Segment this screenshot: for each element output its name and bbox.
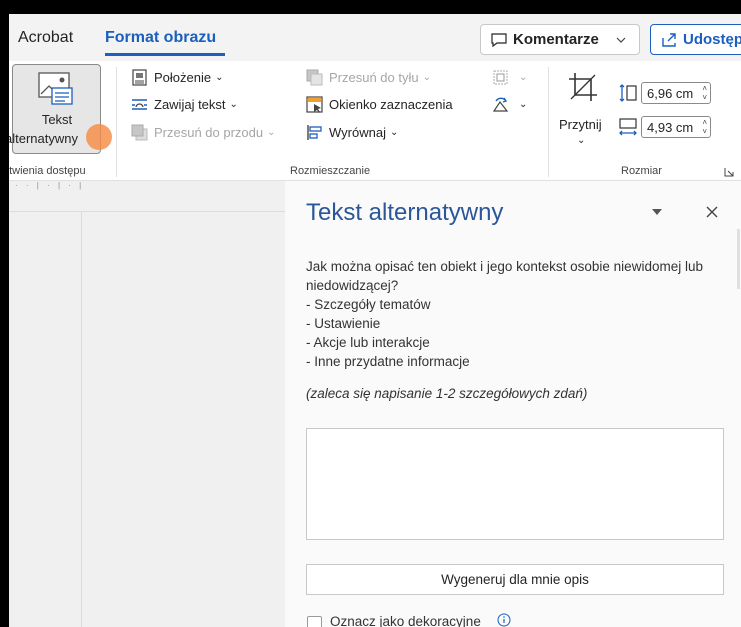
accessibility-group-label: atwienia dostępu (9, 165, 86, 177)
position-button[interactable]: Położenie ⌄ (131, 69, 224, 86)
chevron-down-icon: ⌄ (389, 127, 399, 138)
decorative-label[interactable]: Oznacz jako dekoracyjne (330, 614, 481, 627)
crop-label: Przytnij (559, 117, 602, 132)
group-divider (548, 67, 549, 177)
pane-question: Jak można opisać ten obiekt i jego konte… (306, 259, 703, 293)
position-label: Położenie (154, 70, 212, 85)
alt-text-label-2: alternatywny (9, 131, 78, 146)
crop-icon (569, 73, 597, 101)
rotate-button[interactable]: ⌄ (492, 96, 527, 113)
comments-button[interactable]: Komentarze (480, 24, 640, 55)
close-icon[interactable] (705, 205, 719, 219)
chevron-down-icon: ⌄ (519, 99, 528, 110)
info-icon[interactable] (497, 613, 511, 627)
word-window: Acrobat Format obrazu Komentarze Udostęp… (9, 14, 741, 627)
chevron-down-icon: ⌄ (267, 127, 276, 138)
alt-text-pane: Tekst alternatywny Jak można opisać ten … (285, 181, 741, 627)
rotate-icon (492, 97, 509, 112)
decorative-checkbox[interactable] (307, 616, 322, 627)
position-icon (132, 69, 147, 86)
send-backward-button[interactable]: Przesuń do tyłu ⌄ (306, 69, 431, 86)
selection-pane-label: Okienko zaznaczenia (329, 97, 453, 112)
height-icon (619, 84, 637, 102)
alt-text-icon (38, 72, 73, 105)
generate-description-button[interactable]: Wygeneruj dla mnie opis (306, 564, 724, 595)
share-label: Udostęp (683, 31, 741, 48)
width-spinner[interactable]: 4,93 cm ˄ ˅ (641, 116, 711, 138)
wrap-text-label: Zawijaj tekst (154, 97, 226, 112)
align-label: Wyrównaj (329, 125, 386, 140)
pane-title: Tekst alternatywny (306, 199, 504, 226)
chevron-down-icon: ⌄ (519, 72, 528, 83)
list-item: - Akcje lub interakcje (306, 335, 430, 350)
chevron-down-icon: ⌄ (577, 135, 586, 146)
align-icon (307, 125, 322, 140)
document-area[interactable]: · · | · | · | (9, 181, 285, 627)
bring-forward-label: Przesuń do przodu (154, 125, 264, 140)
chevron-down-icon: ⌄ (215, 72, 224, 83)
list-item: - Ustawienie (306, 316, 381, 331)
share-button[interactable]: Udostęp (650, 24, 741, 55)
group-objects-button[interactable]: ⌄ (492, 69, 527, 86)
width-icon (619, 118, 637, 136)
tab-acrobat[interactable]: Acrobat (18, 29, 73, 47)
group-icon (493, 70, 508, 85)
list-item: - Inne przydatne informacje (306, 354, 470, 369)
ribbon: Tekst alternatywny atwienia dostępu Poło… (9, 61, 741, 181)
pane-menu-icon[interactable] (651, 207, 663, 217)
bring-forward-icon (131, 124, 148, 141)
ribbon-tabs: Acrobat Format obrazu Komentarze Udostęp (9, 14, 741, 61)
wrap-text-button[interactable]: Zawijaj tekst ⌄ (131, 96, 238, 113)
share-icon (662, 32, 676, 47)
group-divider (116, 67, 117, 177)
wrap-text-icon (132, 99, 147, 110)
comment-icon (491, 32, 507, 47)
width-value: 4,93 cm (647, 120, 694, 135)
height-value: 6,96 cm (647, 86, 694, 101)
spinner-arrows[interactable]: ˄ ˅ (702, 84, 707, 102)
selection-pane-icon (306, 96, 323, 113)
chevron-down-icon: ⌄ (422, 72, 431, 83)
active-tab-indicator (105, 53, 225, 56)
list-item: - Szczegóły tematów (306, 297, 431, 312)
arrange-group-label: Rozmieszczanie (290, 165, 371, 177)
bring-forward-button[interactable]: Przesuń do przodu ⌄ (131, 124, 276, 141)
align-button[interactable]: Wyrównaj ⌄ (306, 124, 398, 141)
chevron-down-icon: ⌄ (229, 99, 238, 110)
ruler: · · | · | · | (15, 181, 85, 190)
ruler-divider (9, 211, 285, 212)
tab-format-obrazu[interactable]: Format obrazu (105, 29, 216, 47)
crop-button[interactable]: Przytnij ⌄ (559, 67, 609, 153)
mouse-cursor-highlight (86, 124, 112, 150)
dialog-launcher-icon[interactable] (724, 167, 734, 177)
alt-text-input[interactable] (306, 428, 724, 540)
send-backward-icon (306, 69, 323, 86)
scrollbar[interactable] (737, 229, 740, 289)
chevron-down-icon[interactable] (615, 34, 627, 46)
send-backward-label: Przesuń do tyłu (329, 70, 419, 85)
comments-label: Komentarze (513, 31, 599, 48)
pane-description: Jak można opisać ten obiekt i jego konte… (306, 257, 726, 371)
alt-text-label-1: Tekst (41, 112, 73, 127)
size-group-label: Rozmiar (621, 165, 662, 177)
spinner-arrows[interactable]: ˄ ˅ (702, 118, 707, 136)
selection-pane-button[interactable]: Okienko zaznaczenia (306, 96, 453, 113)
pane-hint: (zaleca się napisanie 1-2 szczegółowych … (306, 386, 588, 401)
height-spinner[interactable]: 6,96 cm ˄ ˅ (641, 82, 711, 104)
vertical-ruler (81, 211, 82, 627)
